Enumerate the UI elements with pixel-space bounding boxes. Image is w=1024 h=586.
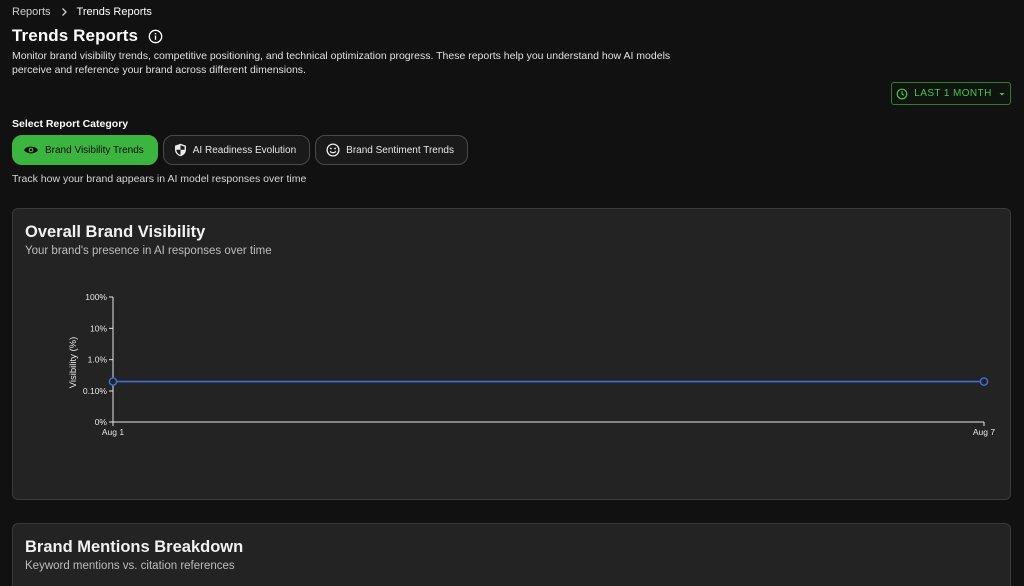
chart-ticks: 0% 0.10% 1.0% 10% 100% Aug 1 Aug 7 Visibility (… [68, 292, 995, 437]
tab-brand-visibility-trends[interactable]: Brand Visibility Trends [12, 135, 158, 165]
category-description: Track how your brand appears in AI model… [12, 173, 307, 185]
x-tick-label: Aug 7 [973, 427, 995, 437]
trends-reports-page: Reports Trends Reports Trends Reports Mo… [0, 0, 1024, 586]
data-point [979, 377, 989, 386]
overall-brand-visibility-card: Overall Brand Visibility Your brand's pr… [12, 208, 1011, 500]
tab-brand-sentiment-trends[interactable]: Brand Sentiment Trends [315, 135, 468, 165]
page-title: Trends Reports [12, 26, 139, 45]
title-row: Trends Reports [12, 26, 163, 46]
y-tick-label: 100% [85, 292, 107, 302]
data-point [108, 377, 118, 386]
smiley-icon [326, 143, 340, 157]
shield-icon [174, 143, 186, 157]
x-tick-label: Aug 1 [102, 427, 124, 437]
caret-down-icon [999, 92, 1005, 95]
y-tick-label: 10% [90, 323, 107, 333]
tab-ai-readiness-evolution[interactable]: AI Readiness Evolution [162, 135, 311, 165]
y-axis-title: Visibility (%) [68, 337, 79, 389]
breadcrumb-reports-link[interactable]: Reports [12, 6, 51, 18]
category-label: Select Report Category [12, 118, 129, 130]
y-tick-label: 0% [95, 417, 108, 427]
chevron-right-icon [61, 8, 67, 16]
date-range-button[interactable]: LAST 1 MONTH [891, 82, 1011, 105]
brand-mentions-breakdown-card: Brand Mentions Breakdown Keyword mention… [12, 523, 1011, 586]
tab-label: Brand Sentiment Trends [346, 144, 454, 156]
breadcrumb-current: Trends Reports [76, 6, 152, 18]
page-description: Monitor brand visibility trends, competi… [12, 50, 671, 76]
y-tick-label: 0.10% [83, 386, 108, 396]
card-subtitle: Keyword mentions vs. citation references [25, 560, 235, 572]
info-icon[interactable] [148, 29, 163, 44]
card-title: Brand Mentions Breakdown [25, 538, 244, 556]
visibility-line-chart: 0% 0.10% 1.0% 10% 100% Aug 1 Aug 7 Visibility (… [68, 292, 995, 437]
date-range-label: LAST 1 MONTH [914, 88, 992, 99]
clock-icon [896, 88, 908, 99]
chart-series [108, 377, 989, 386]
breadcrumb: Reports Trends Reports [12, 6, 152, 18]
tab-label: Brand Visibility Trends [45, 144, 144, 156]
tab-label: AI Readiness Evolution [192, 144, 297, 156]
y-tick-label: 1.0% [88, 355, 108, 365]
chart-axes [112, 297, 984, 423]
eye-icon [24, 146, 38, 154]
category-tabs: Brand Visibility Trends AI Readiness Evo… [12, 135, 468, 165]
